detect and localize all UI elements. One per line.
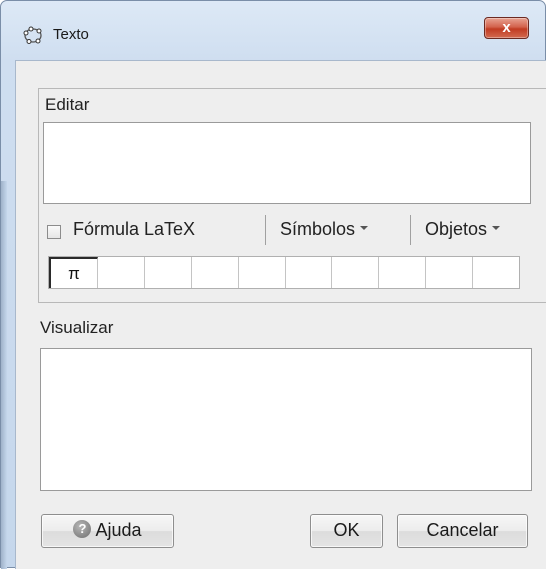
chevron-down-icon xyxy=(360,226,369,231)
close-icon: x xyxy=(502,19,511,36)
symbol-button[interactable] xyxy=(191,257,239,288)
latex-checkbox[interactable] xyxy=(47,225,61,239)
symbol-button[interactable] xyxy=(285,257,333,288)
symbol-button[interactable] xyxy=(144,257,192,288)
help-button[interactable]: ? Ajuda xyxy=(41,514,174,548)
symbol-button[interactable] xyxy=(473,257,520,288)
help-icon: ? xyxy=(73,520,92,539)
symbol-button[interactable] xyxy=(379,257,427,288)
window-title: Texto xyxy=(53,26,89,43)
close-button[interactable]: x xyxy=(484,17,529,39)
help-button-label: Ajuda xyxy=(95,520,142,540)
dialog-window: Texto x Editar Fórmula LaTeX Símbolos Ob… xyxy=(0,0,546,569)
preview-section-label: Visualizar xyxy=(40,318,114,337)
title-bar[interactable]: Texto x xyxy=(1,1,545,61)
latex-checkbox-label[interactable]: Fórmula LaTeX xyxy=(73,219,195,240)
objects-dropdown-label: Objetos xyxy=(425,219,488,239)
cancel-button[interactable]: Cancelar xyxy=(397,514,528,548)
preview-area xyxy=(40,348,532,491)
symbol-button[interactable] xyxy=(332,257,380,288)
geogebra-icon xyxy=(23,26,42,44)
symbol-button[interactable] xyxy=(238,257,286,288)
symbol-button-pi[interactable]: π xyxy=(49,257,98,288)
symbol-button[interactable] xyxy=(97,257,145,288)
toolbar-separator xyxy=(265,215,266,245)
symbols-dropdown-label: Símbolos xyxy=(280,219,356,239)
text-edit-field[interactable] xyxy=(43,122,531,204)
chevron-down-icon xyxy=(492,226,501,231)
toolbar-separator xyxy=(410,215,411,245)
objects-dropdown[interactable]: Objetos xyxy=(425,219,501,240)
edit-section-label: Editar xyxy=(45,95,90,114)
edit-panel: Editar Fórmula LaTeX Símbolos Objetos π xyxy=(38,88,546,303)
symbols-dropdown[interactable]: Símbolos xyxy=(280,219,369,240)
symbol-palette: π xyxy=(48,256,520,289)
symbol-button[interactable] xyxy=(426,257,474,288)
ok-button[interactable]: OK xyxy=(310,514,383,548)
dialog-body: Editar Fórmula LaTeX Símbolos Objetos π xyxy=(15,60,546,569)
